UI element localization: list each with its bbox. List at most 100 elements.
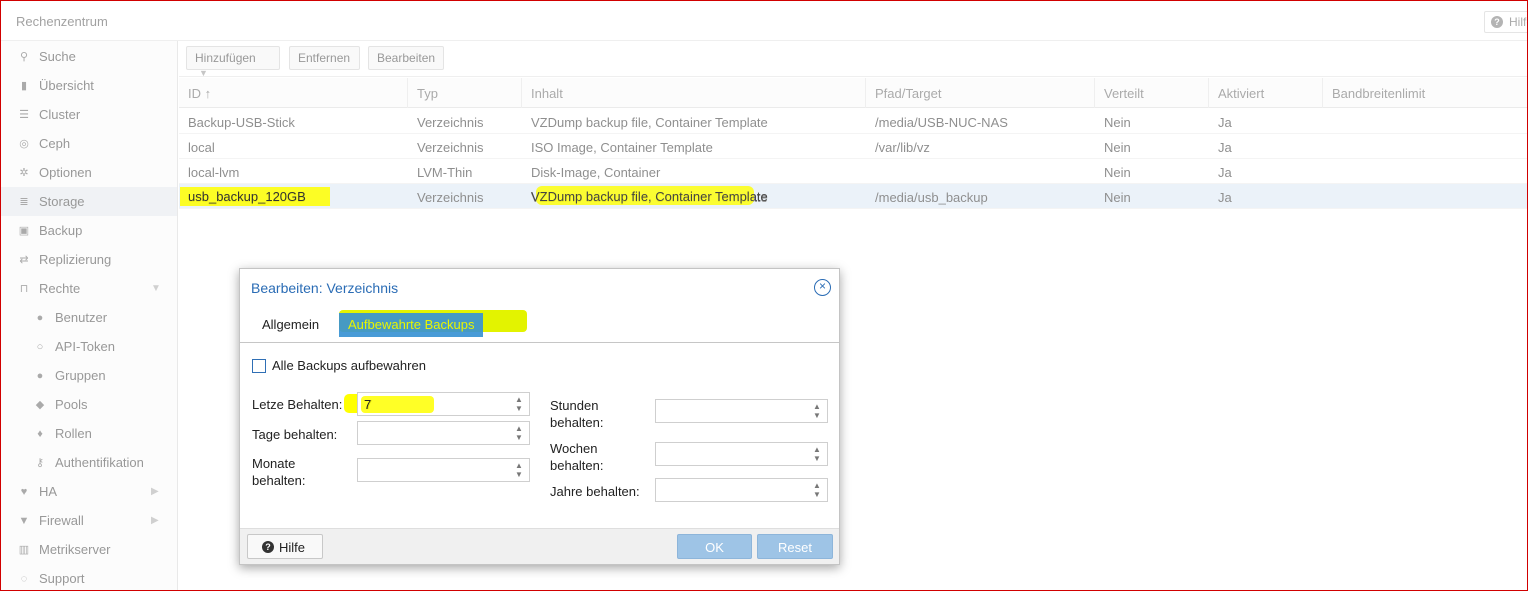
column-header[interactable]: Aktiviert — [1209, 78, 1323, 108]
chevron-down-icon[interactable]: ▼ — [151, 274, 161, 303]
table-row[interactable]: local-lvm LVM-Thin Disk-Image, Container Ne… — [179, 159, 1527, 184]
sidebar-item-label: Optionen — [39, 165, 92, 180]
sidebar-item-rollen[interactable]: ♦ Rollen — [1, 419, 177, 448]
sidebar-item-metrikserver[interactable]: ▥ Metrikserver — [1, 535, 177, 564]
keep-all-checkbox[interactable] — [252, 359, 266, 373]
table-cell — [866, 159, 1095, 184]
table-cell: ISO Image, Container Template — [531, 140, 713, 155]
keep-all-label: Alle Backups aufbewahren — [272, 358, 426, 373]
add-button-label: Hinzufügen — [195, 51, 256, 65]
column-header[interactable]: Inhalt — [522, 78, 866, 108]
table-cell: Disk-Image, Container — [531, 165, 661, 180]
sidebar-item-label: Rollen — [55, 426, 92, 441]
table-cell: local-lvm — [188, 165, 240, 180]
add-button[interactable]: Hinzufügen ▼ — [186, 46, 280, 78]
sidebar-item-authentifikation[interactable]: ⚷ Authentifikation — [1, 448, 177, 477]
keep-yearly-field[interactable]: ▲ ▼ — [655, 478, 828, 502]
book-icon: ▮ — [20, 80, 28, 92]
sidebar-item-ha[interactable]: ♥ HA ▶ — [1, 477, 177, 506]
sidebar-item-firewall[interactable]: ▼ Firewall ▶ — [1, 506, 177, 535]
sidebar-item-api-token[interactable]: ○ API-Token — [1, 332, 177, 361]
sidebar-item-label: Firewall — [39, 513, 84, 528]
keep-daily-field[interactable]: ▲ ▼ — [357, 421, 530, 445]
retweet-icon: ⇄ — [19, 254, 29, 266]
dialog-header: Bearbeiten: Verzeichnis × — [240, 269, 839, 305]
sidebar-item-label: Benutzer — [55, 310, 108, 325]
sidebar-item-replizierung[interactable]: ⇄ Replizierung — [1, 245, 177, 274]
sidebar-item-cluster[interactable]: ☰ Cluster — [1, 100, 177, 129]
sidebar-item-pools[interactable]: ◆ Pools — [1, 390, 177, 419]
table-cell: Ja — [1218, 115, 1232, 130]
sidebar-item-label: API-Token — [55, 339, 115, 354]
storage-toolbar: Hinzufügen ▼ Entfernen Bearbeiten — [179, 41, 1527, 78]
screenshot-frame: Rechenzentrum ? Hilfe ⚲ Suche ▮ Übersicht ☰ C… — [0, 0, 1528, 591]
reset-button[interactable]: Reset — [757, 534, 833, 559]
spinner-icon[interactable]: ▲ ▼ — [812, 481, 822, 499]
sidebar-item-optionen[interactable]: ✲ Optionen — [1, 158, 177, 187]
table-cell: /media/USB-NUC-NAS — [875, 115, 1008, 130]
column-header[interactable]: Typ — [408, 78, 522, 108]
ok-button[interactable]: OK — [677, 534, 752, 559]
table-cell: Nein — [1104, 165, 1131, 180]
edit-storage-dialog: Bearbeiten: Verzeichnis × Allgemein Aufb… — [239, 268, 840, 565]
sidebar-item-label: Ceph — [39, 136, 71, 151]
sidebar-item-support[interactable]: ◌ Support — [1, 564, 177, 590]
chevron-right-icon[interactable]: ▶ — [151, 506, 159, 535]
sidebar-item-label: Backup — [39, 223, 83, 238]
sidebar-item-label: Suche — [39, 49, 76, 64]
column-header[interactable]: Bandbreitenlimit — [1323, 78, 1527, 108]
bar-chart-icon: ▥ — [18, 544, 30, 556]
table-cell: /var/lib/vz — [875, 140, 930, 155]
table-cell: Verzeichnis — [417, 115, 484, 130]
chevron-right-icon[interactable]: ▶ — [151, 477, 159, 506]
table-row[interactable]: usb_backup_120GB Verzeichnis VZDump backup… — [179, 184, 1527, 209]
sidebar-item-label: Storage — [39, 194, 85, 209]
grid-header: ID ↑ Typ Inhalt Pfad/Target Verteilt Aktivier… — [179, 78, 1527, 108]
keep-monthly-field[interactable]: ▲ ▼ — [357, 458, 530, 482]
column-header[interactable]: Verteilt — [1095, 78, 1209, 108]
sidebar-item-label: Pools — [55, 397, 88, 412]
sidebar-item-label: Metrikserver — [39, 542, 111, 557]
column-header[interactable]: Pfad/Target — [866, 78, 1095, 108]
table-cell: Ja — [1218, 190, 1232, 205]
shield-icon: ▼ — [18, 515, 30, 527]
key-icon: ⚷ — [35, 457, 45, 469]
sidebar-item-benutzer[interactable]: ● Benutzer — [1, 303, 177, 332]
spinner-icon[interactable]: ▲ ▼ — [812, 402, 822, 420]
sidebar-item-suche[interactable]: ⚲ Suche — [1, 42, 177, 71]
keep-hourly-field[interactable]: ▲ ▼ — [655, 399, 828, 423]
table-row[interactable]: local Verzeichnis ISO Image, Container Tem… — [179, 134, 1527, 159]
remove-button[interactable]: Entfernen — [289, 46, 360, 70]
close-icon[interactable]: × — [814, 279, 831, 296]
question-icon: ? — [262, 541, 274, 553]
table-cell: Verzeichnis — [417, 190, 484, 205]
sidebar-item-backup[interactable]: ▣ Backup — [1, 216, 177, 245]
sidebar-item-übersicht[interactable]: ▮ Übersicht — [1, 71, 177, 100]
table-row[interactable]: Backup-USB-Stick Verzeichnis VZDump backup… — [179, 109, 1527, 134]
sidebar-item-ceph[interactable]: ◎ Ceph — [1, 129, 177, 158]
selected-row-content-text: VZDump backup file, Container Template — [531, 189, 768, 204]
keep-hourly-label: Stunden behalten: — [550, 398, 604, 430]
column-header[interactable]: ID ↑ — [179, 78, 408, 108]
floppy-icon: ▣ — [18, 225, 30, 237]
gear-icon: ✲ — [19, 167, 29, 179]
tab-general[interactable]: Allgemein — [253, 313, 328, 337]
spinner-icon[interactable]: ▲ ▼ — [514, 461, 524, 479]
edit-button[interactable]: Bearbeiten — [368, 46, 444, 70]
user-icon: ● — [36, 312, 44, 324]
keep-yearly-label: Jahre behalten: — [550, 484, 640, 499]
sidebar-item-gruppen[interactable]: ● Gruppen — [1, 361, 177, 390]
table-cell: local — [188, 140, 215, 155]
dialog-footer: ? Hilfe OK Reset — [240, 528, 839, 564]
help-button[interactable]: ? Hilfe — [247, 534, 323, 559]
sidebar-item-storage[interactable]: ≣ Storage — [1, 187, 177, 216]
spinner-icon[interactable]: ▲ ▼ — [514, 424, 524, 442]
dialog-tabbar: Allgemein — [240, 305, 839, 343]
help-top-button[interactable]: ? Hilfe — [1484, 11, 1527, 33]
tab-retention[interactable]: Aufbewahrte Backups — [339, 313, 484, 337]
spinner-icon[interactable]: ▲ ▼ — [812, 445, 822, 463]
heartbeat-icon: ♥ — [20, 486, 28, 498]
sidebar-item-rechte[interactable]: ⊓ Rechte ▼ — [1, 274, 177, 303]
spinner-icon[interactable]: ▲ ▼ — [514, 395, 524, 413]
keep-weekly-field[interactable]: ▲ ▼ — [655, 442, 828, 466]
